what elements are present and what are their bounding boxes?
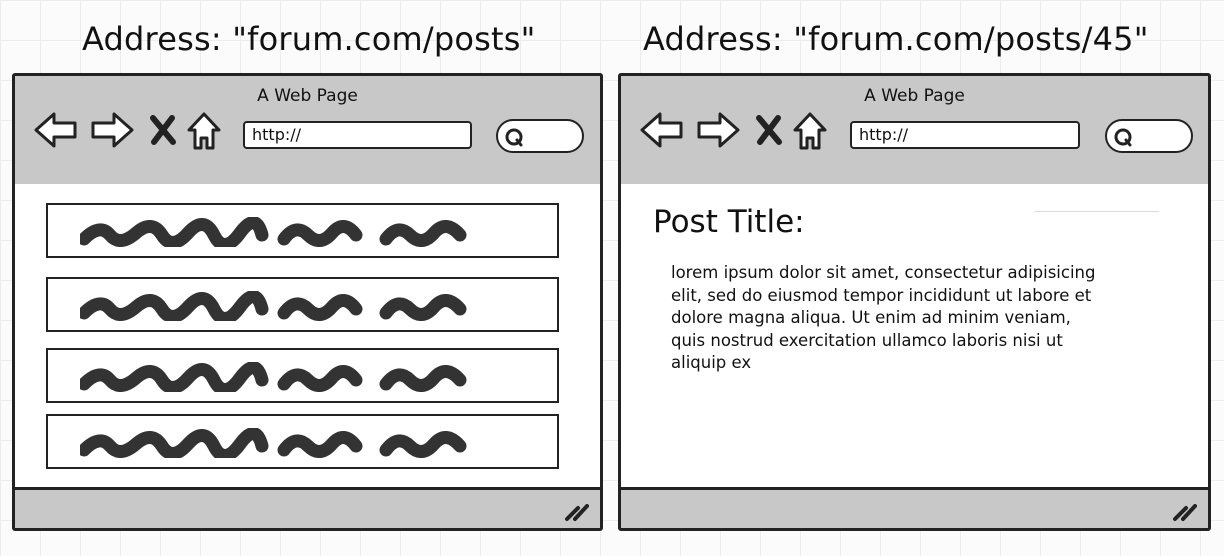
post-list-item[interactable] xyxy=(46,414,559,469)
address-bar[interactable]: http:// xyxy=(850,121,1080,149)
scribble-placeholder-text xyxy=(80,428,467,458)
resize-grip-icon[interactable] xyxy=(1172,500,1198,522)
status-bar xyxy=(15,487,600,528)
left-address-caption: Address: "forum.com/posts" xyxy=(82,20,536,58)
post-list-item[interactable] xyxy=(46,348,559,403)
home-icon[interactable] xyxy=(185,110,223,152)
scribble-placeholder-text xyxy=(80,362,467,392)
right-address-caption: Address: "forum.com/posts/45" xyxy=(643,20,1149,58)
browser-toolbar: A Web Page http:// xyxy=(15,76,600,187)
browser-window-posts-list: A Web Page http:// xyxy=(12,73,603,531)
divider xyxy=(1035,211,1159,212)
nav-buttons xyxy=(33,110,233,150)
search-field[interactable] xyxy=(496,119,584,153)
search-magnifier-icon xyxy=(1114,128,1132,147)
address-bar[interactable]: http:// xyxy=(243,121,472,149)
forward-arrow-icon[interactable] xyxy=(695,110,741,150)
scribble-placeholder-text xyxy=(80,217,467,247)
back-arrow-icon[interactable] xyxy=(639,110,685,150)
back-arrow-icon[interactable] xyxy=(33,110,79,150)
browser-toolbar: A Web Page http:// xyxy=(621,76,1208,187)
stop-x-icon[interactable] xyxy=(149,114,177,146)
search-field[interactable] xyxy=(1105,119,1193,153)
status-bar xyxy=(621,487,1208,528)
nav-buttons xyxy=(639,110,839,150)
home-icon[interactable] xyxy=(791,110,829,152)
browser-window-post-detail: A Web Page http:// Post Title: lorem ips… xyxy=(618,73,1211,531)
post-title: Post Title: xyxy=(653,204,805,240)
post-detail: Post Title: lorem ipsum dolor sit amet, … xyxy=(621,184,1208,490)
posts-list xyxy=(15,184,600,490)
search-magnifier-icon xyxy=(505,128,523,147)
scribble-placeholder-text xyxy=(80,291,467,321)
page-title: A Web Page xyxy=(864,86,965,106)
post-list-item[interactable] xyxy=(46,203,559,258)
page-title: A Web Page xyxy=(257,86,358,106)
post-list-item[interactable] xyxy=(46,277,559,332)
post-body-text: lorem ipsum dolor sit amet, consectetur … xyxy=(671,263,1096,372)
stop-x-icon[interactable] xyxy=(755,114,783,146)
forward-arrow-icon[interactable] xyxy=(89,110,135,150)
resize-grip-icon[interactable] xyxy=(564,500,590,522)
